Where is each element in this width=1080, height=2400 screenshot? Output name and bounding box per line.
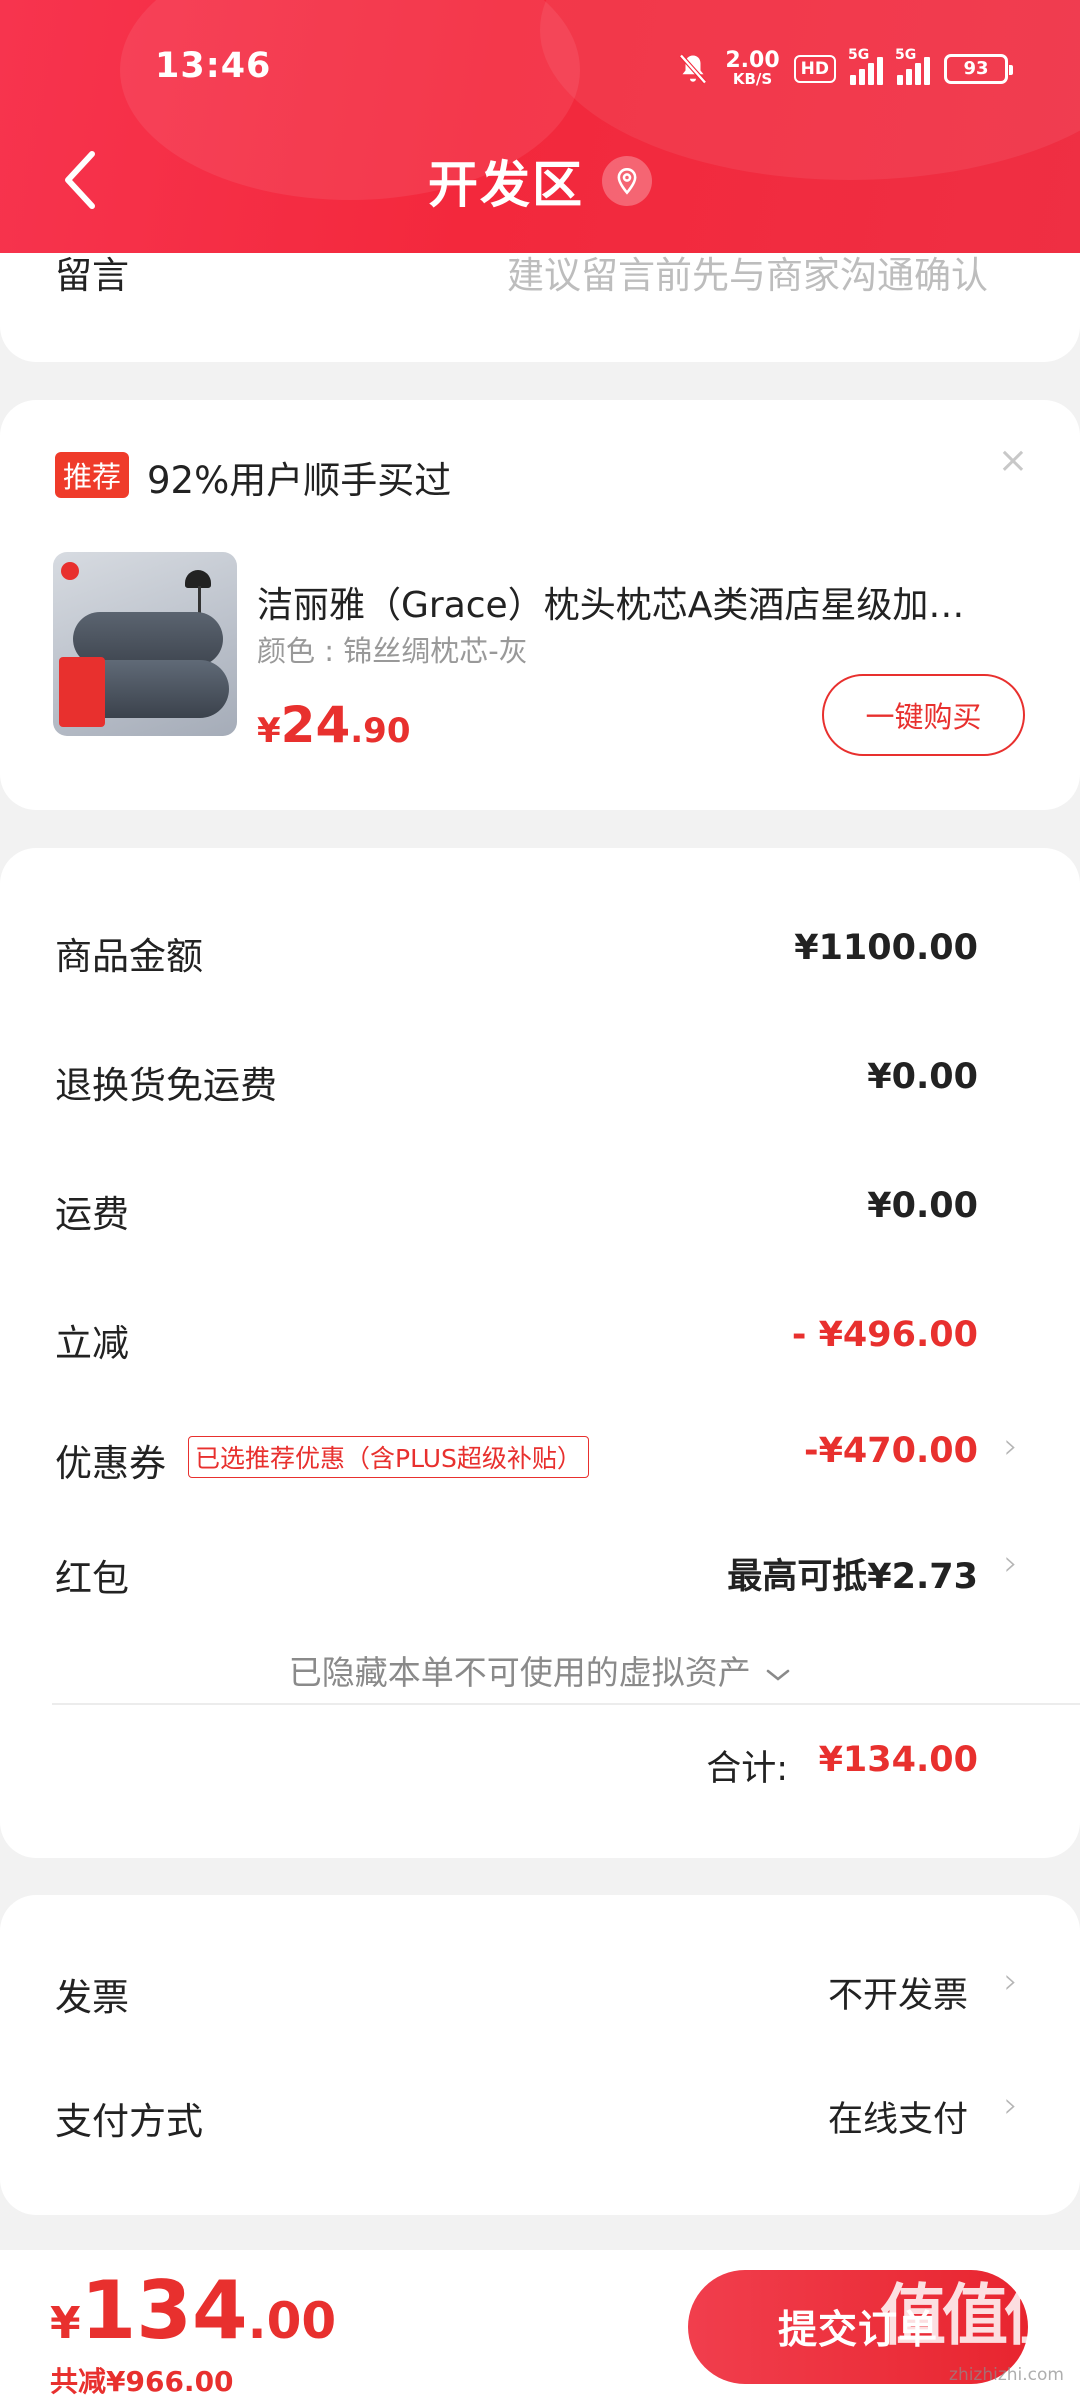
- network-speed: 2.00 KB/S: [725, 50, 779, 87]
- divider: [52, 1703, 1080, 1705]
- message-input[interactable]: 建议留言前先与商家沟通确认: [507, 245, 988, 299]
- payment-method-label[interactable]: 支付方式: [55, 2091, 203, 2145]
- hidden-assets-toggle[interactable]: 已隐藏本单不可使用的虚拟资产: [0, 1646, 1080, 1694]
- pay-amount: ¥134.00: [50, 2264, 336, 2357]
- product-variant: 颜色 : 锦丝绸枕芯-灰: [257, 634, 528, 668]
- total-saved: 共减¥966.00: [50, 2365, 234, 2398]
- network-speed-unit: KB/S: [732, 70, 773, 88]
- product-name[interactable]: 洁丽雅（Grace）枕头枕芯A类酒店星级加…: [257, 576, 997, 628]
- invoice-value[interactable]: 不开发票: [828, 1967, 968, 2018]
- signal-icon: 5G: [848, 47, 883, 85]
- chevron-down-icon: [766, 1669, 790, 1681]
- chevron-right-icon[interactable]: ›: [1004, 1543, 1018, 1584]
- status-icons: 2.00 KB/S HD 5G 5G 93: [675, 47, 1013, 87]
- shipping-fee-value: ¥0.00: [867, 1186, 978, 1226]
- coupon-value[interactable]: -¥470.00: [804, 1431, 978, 1471]
- goods-amount-value: ¥1100.00: [794, 928, 978, 968]
- location-pin-icon: [602, 156, 652, 206]
- recommend-badge: 推荐: [55, 452, 130, 498]
- order-summary-card: 商品金额 ¥1100.00 退换货免运费 ¥0.00 运费 ¥0.00 立减 -…: [0, 848, 1080, 1858]
- pay-integer: 134: [80, 2264, 248, 2357]
- battery-icon: 93: [944, 53, 1013, 84]
- hidden-assets-text: 已隐藏本单不可使用的虚拟资产: [288, 1653, 751, 1692]
- red-packet-value[interactable]: 最高可抵¥2.73: [727, 1548, 978, 1599]
- network-type: 5G: [895, 46, 917, 63]
- pay-currency: ¥: [50, 2298, 81, 2349]
- mute-bell-icon: [679, 53, 708, 84]
- payment-method-value[interactable]: 在线支付: [828, 2091, 968, 2142]
- status-bar: 13:46 2.00 KB/S HD 5G 5G 93: [0, 40, 1080, 102]
- price-decimal: .90: [350, 711, 411, 751]
- page-title-area[interactable]: 开发区: [0, 145, 1080, 217]
- message-label: 留言: [55, 254, 129, 297]
- recommend-card: 推荐 92%用户顺手买过 × 洁丽雅（Grace）枕头枕芯A类酒店星级加… 颜色…: [0, 400, 1080, 810]
- instant-discount-value: - ¥496.00: [791, 1315, 978, 1355]
- recommend-title: 92%用户顺手买过: [147, 459, 452, 502]
- battery-level: 93: [963, 58, 989, 79]
- chevron-right-icon[interactable]: ›: [1004, 2085, 1018, 2126]
- watermark-logo: 值值值: [880, 2277, 1070, 2354]
- hd-voice-icon: HD: [793, 54, 836, 83]
- total-value: ¥134.00: [818, 1740, 978, 1780]
- header: 13:46 2.00 KB/S HD 5G 5G 93 开发区: [0, 0, 1080, 253]
- chevron-right-icon[interactable]: ›: [1004, 1426, 1018, 1467]
- watermark-url: zhizhizhi.com: [949, 2365, 1064, 2385]
- signal-icon: 5G: [895, 47, 930, 85]
- invoice-label[interactable]: 发票: [55, 1967, 129, 2021]
- red-packet-label[interactable]: 红包: [55, 1548, 129, 1602]
- total-label: 合计:: [706, 1749, 788, 1789]
- price-currency: ¥: [257, 711, 281, 751]
- summary-row-label: 运费: [55, 1193, 129, 1236]
- summary-row-label: 立减: [55, 1322, 129, 1365]
- coupon-tag: 已选推荐优惠（含PLUS超级补贴）: [188, 1436, 589, 1478]
- status-time: 13:46: [155, 46, 272, 86]
- pay-decimal: .00: [247, 2292, 337, 2350]
- close-icon[interactable]: ×: [998, 440, 1028, 481]
- invoice-payment-card: 发票 不开发票 › 支付方式 在线支付 ›: [0, 1895, 1080, 2215]
- chevron-right-icon[interactable]: ›: [1004, 1961, 1018, 2002]
- network-speed-value: 2.00: [725, 48, 780, 73]
- summary-row-label: 商品金额: [55, 935, 203, 978]
- return-shipping-value: ¥0.00: [867, 1057, 978, 1097]
- one-click-buy-button[interactable]: 一键购买: [822, 674, 1025, 756]
- coupon-label[interactable]: 优惠券: [55, 1433, 166, 1487]
- price-integer: 24: [280, 696, 351, 754]
- network-type: 5G: [848, 46, 870, 63]
- summary-row-label: 退换货免运费: [55, 1064, 277, 1107]
- product-price: ¥24.90: [257, 696, 411, 754]
- page-title: 开发区: [428, 156, 584, 214]
- product-image[interactable]: [53, 552, 237, 736]
